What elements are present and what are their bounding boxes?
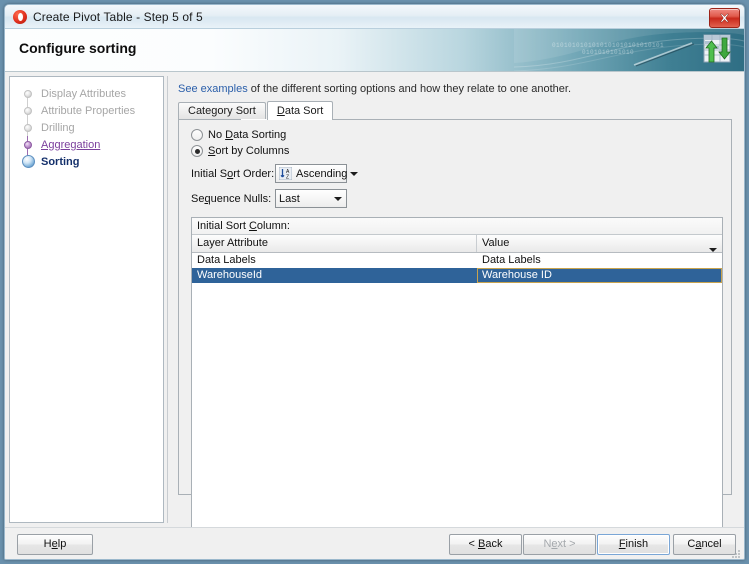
help-button[interactable]: Help	[17, 534, 93, 555]
step-marker-icon	[22, 105, 34, 117]
oracle-circle-icon	[13, 9, 27, 24]
sidebar-item-sorting[interactable]: Sorting	[10, 153, 163, 170]
sidebar-item-label: Sorting	[41, 155, 80, 168]
radio-sort-by-columns-control[interactable]	[191, 145, 203, 157]
see-examples-link[interactable]: See examples	[178, 83, 248, 95]
radio-sort-by-columns-label: Sort by Columns	[208, 145, 290, 157]
chevron-down-icon[interactable]	[709, 242, 717, 259]
initial-sort-order-label: Initial Sort Order:	[191, 167, 275, 180]
pivot-table-sort-icon	[703, 34, 731, 63]
sort-column-table: Layer Attribute Value Data Labels Data L…	[192, 235, 722, 283]
cell-value: Data Labels	[482, 254, 541, 266]
cancel-button[interactable]: Cancel	[673, 534, 736, 555]
table-header-row: Layer Attribute Value	[192, 235, 722, 253]
dialog-content: Display Attributes Attribute Properties …	[5, 72, 744, 541]
initial-sort-column-title: Initial Sort Column:	[192, 218, 722, 235]
tab-data-sort[interactable]: Data Sort	[266, 101, 334, 120]
window-title: Create Pivot Table - Step 5 of 5	[33, 9, 203, 24]
wizard-sidebar: Display Attributes Attribute Properties …	[9, 76, 164, 523]
sequence-nulls-value: Last	[279, 192, 300, 205]
radio-sort-by-columns[interactable]: Sort by Columns	[191, 143, 723, 159]
cell-layer-attribute: WarehouseId	[197, 269, 263, 281]
initial-sort-column-panel: Initial Sort Column: Layer Attribute Val…	[191, 217, 723, 541]
svg-text:Z: Z	[286, 175, 289, 181]
sort-ascending-az-icon: A Z	[279, 167, 292, 180]
sidebar-item-aggregation[interactable]: Aggregation	[10, 136, 163, 153]
app-root: Create Pivot Table - Step 5 of 5 Configu…	[0, 0, 749, 564]
step-marker-icon-current	[22, 154, 36, 169]
tab-category-sort[interactable]: Category Sort	[178, 102, 266, 120]
banner-binary-decoration: 0101010101010101010101010101 01010101010…	[551, 42, 665, 56]
close-icon	[720, 13, 729, 23]
step-marker-icon	[22, 88, 34, 100]
tab-panel-data-sort: No Data Sorting Sort by Columns Initial …	[178, 119, 732, 541]
step-marker-icon	[22, 139, 34, 151]
cell-layer-attribute: Data Labels	[197, 254, 256, 266]
footer-bar: Help < Back Next > Finish Cancel	[5, 527, 744, 559]
field-sequence-nulls: Sequence Nulls: Last	[191, 188, 723, 209]
sequence-nulls-label: Sequence Nulls:	[191, 192, 272, 205]
field-initial-sort-order: Initial Sort Order: A Z Ascending	[191, 163, 723, 184]
radio-no-data-sorting[interactable]: No Data Sorting	[191, 127, 723, 143]
sequence-nulls-dropdown[interactable]: Last	[275, 189, 347, 208]
hint-text: See examples of the different sorting op…	[178, 83, 732, 95]
sidebar-item-label: Attribute Properties	[41, 104, 136, 117]
initial-sort-order-value: Ascending	[296, 167, 348, 180]
column-header-value[interactable]: Value	[477, 235, 722, 253]
close-button[interactable]	[709, 8, 740, 28]
sidebar-item-drilling: Drilling	[10, 119, 163, 136]
dialog-window: Create Pivot Table - Step 5 of 5 Configu…	[4, 4, 745, 560]
back-button[interactable]: < Back	[449, 534, 522, 555]
tab-strip: Category Sort Data Sort	[178, 101, 732, 120]
sidebar-item-attribute-properties: Attribute Properties	[10, 102, 163, 119]
finish-button[interactable]: Finish	[597, 534, 670, 555]
sidebar-item-label: Drilling	[41, 121, 75, 134]
main-pane: See examples of the different sorting op…	[167, 76, 740, 541]
initial-sort-order-dropdown[interactable]: A Z Ascending	[275, 164, 358, 183]
sidebar-item-label: Display Attributes	[41, 87, 126, 100]
radio-no-data-sorting-control[interactable]	[191, 129, 203, 141]
page-title: Configure sorting	[19, 40, 137, 56]
title-bar: Create Pivot Table - Step 5 of 5	[5, 5, 744, 29]
column-header-layer-attribute[interactable]: Layer Attribute	[192, 235, 477, 252]
banner: Configure sorting 0101010101010101010101…	[5, 29, 744, 72]
resize-grip-icon[interactable]	[731, 549, 741, 559]
sidebar-item-label: Aggregation	[41, 138, 101, 151]
hint-rest: of the different sorting options and how…	[247, 83, 572, 95]
wizard-step-list: Display Attributes Attribute Properties …	[10, 77, 163, 170]
radio-no-data-sorting-label: No Data Sorting	[208, 129, 287, 141]
table-row[interactable]: Data Labels Data Labels	[192, 253, 722, 268]
cell-value: Warehouse ID	[477, 268, 722, 283]
column-header-value-label: Value	[482, 237, 510, 249]
chevron-down-icon	[331, 193, 344, 205]
sidebar-item-display-attributes: Display Attributes	[10, 85, 163, 102]
tab-data-sort-label: Data Sort	[276, 105, 324, 117]
table-row[interactable]: WarehouseId Warehouse ID	[192, 268, 722, 283]
chevron-down-icon	[347, 168, 360, 180]
next-button: Next >	[523, 534, 596, 555]
step-marker-icon	[22, 122, 34, 134]
